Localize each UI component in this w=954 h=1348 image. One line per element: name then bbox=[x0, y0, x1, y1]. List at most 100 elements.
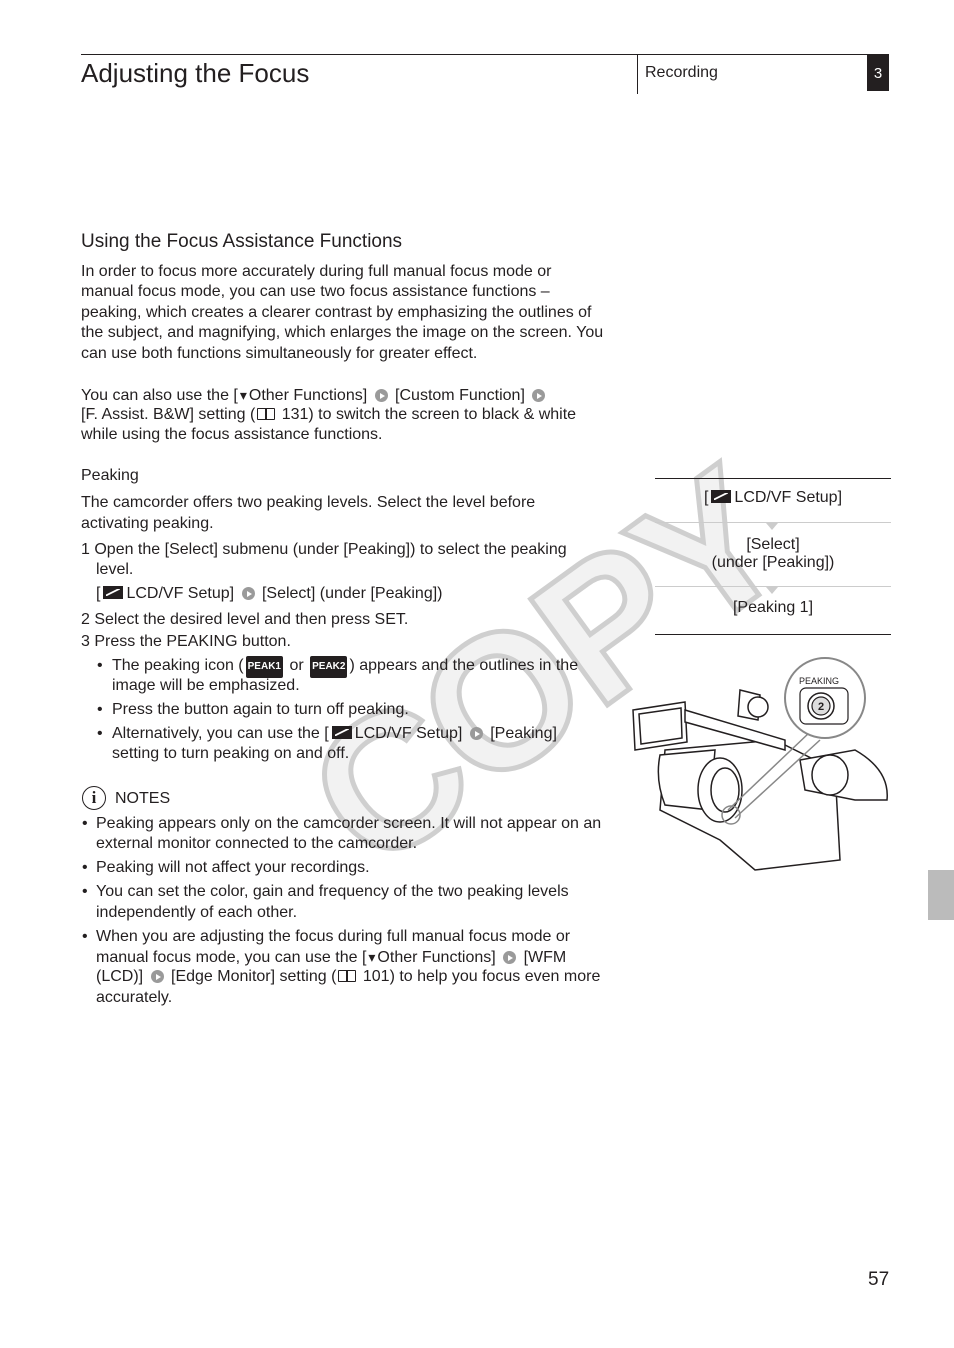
text-line: Peaking will not affect your recordings. bbox=[96, 858, 370, 878]
text-line: (LCD)] [Edge Monitor] setting ( 101) to … bbox=[96, 967, 600, 987]
text-line: external monitor connected to the camcor… bbox=[96, 834, 417, 854]
menu-step-2: [Select] (under [Peaking]) bbox=[655, 536, 891, 572]
text-line: while using the focus assistance functio… bbox=[81, 425, 383, 445]
menu-step-2-sublabel: (under [Peaking]) bbox=[711, 554, 835, 571]
menu-step-2-label: [Select] bbox=[746, 536, 800, 553]
peak1-icon: PEAK1 bbox=[245, 656, 283, 678]
menu-step-1: [ LCD/VF Setup] bbox=[655, 489, 891, 507]
text-segment: Peaking will not affect your recordings. bbox=[96, 859, 370, 876]
text-line: You can set the color, gain and frequenc… bbox=[96, 882, 569, 902]
text-segment: [F. Assist. B&W] setting ( bbox=[81, 406, 256, 423]
text-line: The camcorder offers two peaking levels.… bbox=[81, 493, 535, 513]
bullet: • bbox=[97, 657, 103, 674]
chapter-badge: 3 bbox=[867, 54, 889, 91]
text-segment: You can also use the [ bbox=[81, 387, 238, 404]
arrow-icon bbox=[241, 587, 255, 600]
down-arrow-icon bbox=[766, 523, 778, 530]
peaking-button-number: 2 bbox=[818, 701, 824, 713]
text-line: 1 Open the [Select] submenu (under [Peak… bbox=[81, 540, 567, 560]
text-line: The peaking icon (PEAK1 or PEAK2) appear… bbox=[112, 656, 578, 678]
text-line: [F. Assist. B&W] setting ( 131) to switc… bbox=[81, 405, 576, 425]
notes-label: NOTES bbox=[115, 790, 171, 807]
bullet: • bbox=[97, 725, 103, 742]
text-segment: You can set the color, gain and frequenc… bbox=[96, 883, 569, 900]
text-segment: Other Functions] bbox=[377, 949, 501, 966]
notes-icon: i bbox=[82, 786, 106, 810]
text-line: In order to focus more accurately during… bbox=[81, 262, 551, 282]
lcd-setup-icon bbox=[103, 586, 124, 599]
header-rule bbox=[81, 54, 889, 55]
camcorder-illustration: 2 PEAKING bbox=[632, 657, 888, 871]
arrow-icon bbox=[532, 389, 546, 402]
bullet: • bbox=[82, 815, 88, 832]
text-line: You can also use the [▾ Other Functions] … bbox=[81, 385, 548, 406]
bullet: • bbox=[97, 701, 103, 718]
text-line: independently of each other. bbox=[96, 903, 297, 923]
text-line: accurately. bbox=[96, 988, 172, 1008]
peaking-heading: Peaking bbox=[81, 467, 139, 484]
text-line: Alternatively, you can use the [ LCD/VF S… bbox=[112, 724, 557, 744]
text-segment: 2 Select the desired level and then pres… bbox=[81, 611, 409, 628]
text-segment: manual focus mode, you can use two focus… bbox=[81, 283, 550, 300]
peak2-icon: PEAK2 bbox=[310, 656, 348, 678]
section-label: Recording bbox=[645, 64, 718, 81]
text-line: can use both functions simultaneously fo… bbox=[81, 344, 477, 364]
header-divider bbox=[637, 54, 638, 94]
text-segment: while using the focus assistance functio… bbox=[81, 426, 383, 443]
text-segment: level. bbox=[96, 561, 134, 578]
text-segment: or bbox=[285, 657, 309, 674]
text-segment: activating peaking. bbox=[81, 515, 214, 532]
text-segment: ) appears and the outlines in the bbox=[349, 657, 579, 674]
menu-path-box: [ LCD/VF Setup] [Select] (under [Peaking])… bbox=[655, 478, 891, 635]
text-segment: [WFM bbox=[519, 949, 567, 966]
text-segment: peaking, which creates a clearer contras… bbox=[81, 304, 592, 321]
text-segment: Alternatively, you can use the [ bbox=[112, 725, 329, 742]
text-segment: 1 Open the [Select] submenu (under [Peak… bbox=[81, 541, 567, 558]
lcd-setup-icon bbox=[331, 726, 352, 739]
text-segment: [ bbox=[96, 585, 101, 602]
text-segment: Other Functions] bbox=[248, 387, 372, 404]
text-segment: When you are adjusting the focus during … bbox=[96, 928, 571, 945]
arrow-icon bbox=[469, 727, 483, 740]
arrow-icon bbox=[374, 389, 388, 402]
text-line: activating peaking. bbox=[81, 514, 214, 534]
bracket: [ bbox=[703, 489, 709, 506]
text-segment: Press the button again to turn off peaki… bbox=[112, 701, 409, 718]
lcd-setup-icon bbox=[711, 490, 732, 503]
text-segment: the subject, and magnifying, which enlar… bbox=[81, 324, 604, 341]
text-segment: 131) to switch the screen to black & whi… bbox=[277, 406, 577, 423]
menu-step-3: [Peaking 1] bbox=[732, 599, 814, 616]
down-arrow-icon bbox=[766, 587, 778, 594]
text-line: manual focus mode, you can use two focus… bbox=[81, 282, 550, 302]
text-segment: LCD/VF Setup] bbox=[126, 585, 239, 602]
menu-step-1-label: LCD/VF Setup] bbox=[734, 489, 843, 506]
text-segment: 3 Press the PEAKING button. bbox=[81, 633, 291, 650]
page-title: Adjusting the Focus bbox=[81, 58, 310, 88]
arrow-icon bbox=[150, 970, 164, 983]
text-segment: In order to focus more accurately during… bbox=[81, 263, 552, 280]
bullet: • bbox=[82, 928, 88, 945]
arrow-icon bbox=[503, 951, 517, 964]
text-segment: (LCD)] bbox=[96, 968, 148, 985]
text-segment: manual focus mode, you can use the [ bbox=[96, 949, 367, 966]
text-line: image will be emphasized. bbox=[112, 676, 300, 696]
book-icon bbox=[338, 970, 357, 982]
wrench-icon: ▾ bbox=[368, 949, 376, 965]
text-segment: [Edge Monitor] setting ( bbox=[166, 968, 337, 985]
text-segment: [Select] (under [Peaking]) bbox=[257, 585, 443, 602]
text-segment: LCD/VF Setup] bbox=[354, 725, 467, 742]
text-segment: [Custom Function] bbox=[390, 387, 530, 404]
text-segment: external monitor connected to the camcor… bbox=[96, 835, 418, 852]
chapter-number: 3 bbox=[873, 65, 883, 82]
text-segment: can use both functions simultaneously fo… bbox=[81, 345, 478, 362]
text-line: 2 Select the desired level and then pres… bbox=[81, 610, 408, 630]
page-number: 57 bbox=[868, 1269, 890, 1290]
text-segment: independently of each other. bbox=[96, 904, 298, 921]
text-line: Press the button again to turn off peaki… bbox=[112, 700, 409, 720]
text-line: level. bbox=[96, 560, 133, 580]
text-segment: 101) to help you focus even more bbox=[358, 968, 601, 985]
wrench-icon: ▾ bbox=[239, 387, 247, 403]
text-line: Peaking appears only on the camcorder sc… bbox=[96, 814, 601, 834]
text-segment: accurately. bbox=[96, 989, 173, 1006]
bullet: • bbox=[82, 859, 88, 876]
